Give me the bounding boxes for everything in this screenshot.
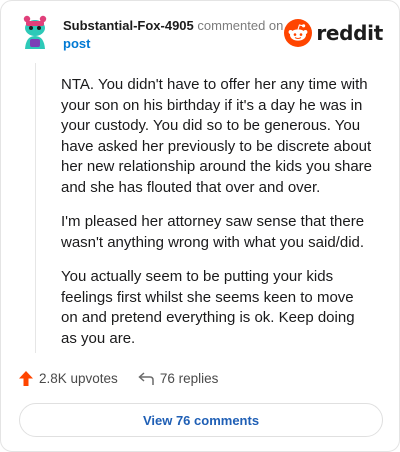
comment-paragraph: I'm pleased her attorney saw sense that … [61,213,365,251]
comment-paragraph: You actually seem to be putting your kid… [61,268,355,347]
comment-card: Substantial-Fox-4905 commented on post r… [0,0,400,452]
comment-stats: 2.8K upvotes 76 replies [19,371,218,386]
comment-byline: Substantial-Fox-4905 commented on post [63,17,303,53]
reddit-logo[interactable]: reddit [284,19,383,47]
reddit-wordmark: reddit [316,21,383,45]
reply-count: 76 replies [159,371,219,386]
reply-arrow-icon [138,371,154,385]
thread-line [35,63,36,353]
comment-action-text: commented on [197,18,284,33]
snoo-avatar-icon[interactable] [17,15,53,51]
comment-header: Substantial-Fox-4905 commented on post r… [17,15,383,55]
post-link[interactable]: post [63,35,303,53]
upvote-count: 2.8K upvotes [39,371,118,386]
comment-paragraph: NTA. You didn't have to offer her any ti… [61,76,373,196]
comment-body: NTA. You didn't have to offer her any ti… [61,75,373,363]
upvote-arrow-icon [19,371,33,386]
upvote-button[interactable]: 2.8K upvotes [19,371,118,386]
view-comments-button[interactable]: View 76 comments [19,403,383,437]
reddit-alien-icon [284,19,313,47]
replies-button[interactable]: 76 replies [138,371,219,386]
author-username[interactable]: Substantial-Fox-4905 [63,18,194,33]
